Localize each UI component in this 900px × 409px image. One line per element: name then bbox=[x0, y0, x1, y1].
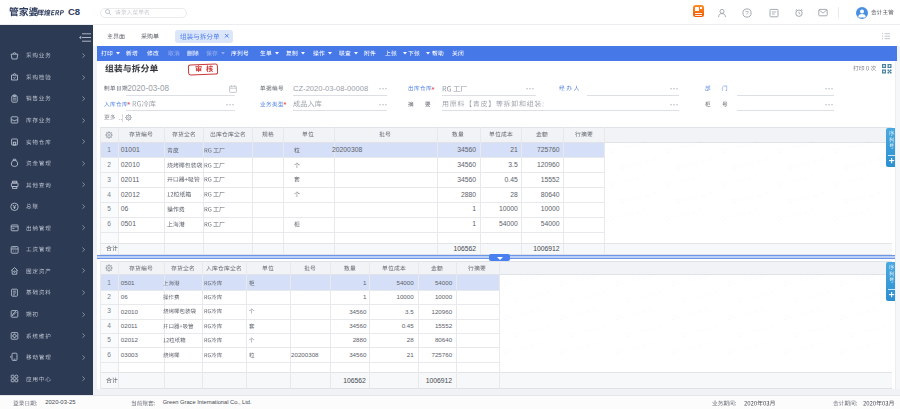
svg-text:?: ? bbox=[745, 10, 749, 16]
